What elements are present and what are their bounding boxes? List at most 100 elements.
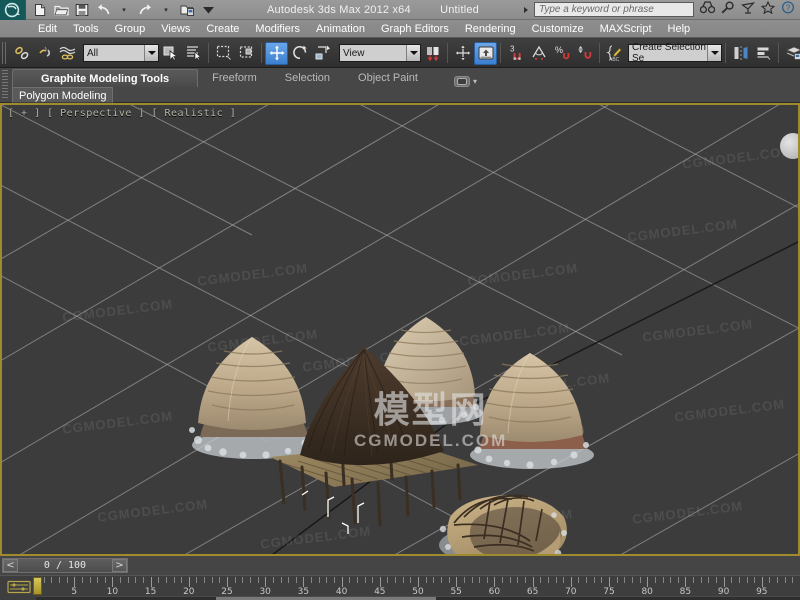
next-frame-button[interactable]: > bbox=[112, 559, 127, 572]
mirror-button[interactable] bbox=[729, 42, 752, 65]
time-slider-handle[interactable]: < 0 / 100 > bbox=[2, 558, 128, 573]
hut-left bbox=[189, 336, 316, 459]
keyboard-shortcut-override-button[interactable] bbox=[474, 41, 497, 65]
viewport-label[interactable]: [ + ] [ Perspective ] [ Realistic ] bbox=[8, 108, 236, 119]
percent-snap-toggle-button[interactable]: % bbox=[550, 42, 573, 65]
infocenter-search-input[interactable]: Type a keyword or phrase bbox=[534, 2, 694, 17]
redo-arrow-icon[interactable] bbox=[137, 2, 153, 18]
use-pivot-point-center-button[interactable] bbox=[421, 42, 444, 65]
infocenter-triangle-right-icon[interactable] bbox=[524, 6, 528, 13]
customize-quick-access-caret-down-icon[interactable] bbox=[200, 2, 216, 18]
coordinate-system-dropdown-arrow[interactable] bbox=[406, 45, 420, 61]
current-frame-marker[interactable] bbox=[33, 577, 42, 595]
ruler-tick bbox=[150, 577, 152, 587]
ribbon-tab-object-paint[interactable]: Object Paint bbox=[344, 69, 432, 87]
satellite-icon[interactable] bbox=[741, 1, 756, 19]
align-button[interactable] bbox=[752, 42, 775, 65]
angle-snap-toggle-button[interactable] bbox=[527, 42, 550, 65]
ribbon-display-caret-down-icon[interactable]: ▾ bbox=[473, 77, 477, 86]
menu-item-rendering[interactable]: Rendering bbox=[457, 20, 524, 38]
select-and-link-button[interactable] bbox=[10, 42, 33, 65]
percent-snap-icon: % bbox=[555, 45, 569, 60]
select-and-manipulate-button[interactable] bbox=[451, 42, 474, 65]
unlink-selection-button[interactable] bbox=[33, 42, 56, 65]
redo-options-caret-down-icon[interactable]: ▾ bbox=[158, 2, 174, 18]
named-selection-set-combo[interactable]: Create Selection Se bbox=[628, 42, 722, 64]
select-and-rotate-button[interactable] bbox=[288, 42, 311, 65]
named-sets-icon: ABC bbox=[605, 45, 621, 62]
menu-item-help[interactable]: Help bbox=[660, 20, 699, 38]
watermark-english-text: CGMODEL.COM bbox=[354, 431, 508, 450]
svg-text:3: 3 bbox=[510, 45, 515, 54]
mini-curve-editor-icon[interactable] bbox=[6, 579, 32, 595]
application-menu-button[interactable] bbox=[0, 0, 26, 20]
coordinate-system-value: View bbox=[343, 47, 365, 59]
menu-item-animation[interactable]: Animation bbox=[308, 20, 373, 38]
time-slider-bar[interactable]: < 0 / 100 > bbox=[0, 556, 800, 575]
menu-item-modifiers[interactable]: Modifiers bbox=[247, 20, 308, 38]
open-folder-icon[interactable] bbox=[53, 2, 69, 18]
help-question-icon[interactable]: ? bbox=[781, 0, 795, 19]
save-disk-icon[interactable] bbox=[74, 2, 90, 18]
ruler-tick bbox=[593, 577, 595, 583]
spinner-snap-icon bbox=[578, 46, 591, 59]
ribbon-tab-freeform[interactable]: Freeform bbox=[198, 69, 271, 87]
ruler-tick bbox=[693, 577, 694, 583]
menu-item-group[interactable]: Group bbox=[107, 20, 154, 38]
menu-item-tools[interactable]: Tools bbox=[65, 20, 107, 38]
toolbar-grip[interactable] bbox=[2, 42, 8, 64]
bind-to-space-warp-button[interactable] bbox=[56, 42, 79, 65]
ribbon-tab-selection[interactable]: Selection bbox=[271, 69, 344, 87]
ruler-tick bbox=[769, 577, 771, 583]
track-bar[interactable]: 05101520253035404550556065707580859095 bbox=[0, 575, 800, 600]
selection-filter-combo[interactable]: All bbox=[83, 44, 159, 62]
ribbon-tab-graphite-modeling-tools[interactable]: Graphite Modeling Tools bbox=[12, 69, 199, 87]
move-gizmo-icon bbox=[269, 45, 284, 61]
magnifier-icon[interactable] bbox=[721, 0, 735, 19]
undo-options-caret-down-icon[interactable]: ▾ bbox=[116, 2, 132, 18]
binoculars-icon[interactable] bbox=[699, 0, 716, 19]
ribbon-panel-polygon-modeling[interactable]: Polygon Modeling bbox=[12, 87, 114, 103]
svg-text:%: % bbox=[555, 45, 563, 55]
rectangular-selection-region-button[interactable] bbox=[212, 42, 235, 65]
svg-text:ABC: ABC bbox=[609, 57, 620, 62]
project-folder-icon[interactable] bbox=[179, 2, 195, 18]
select-and-scale-button[interactable] bbox=[311, 42, 334, 65]
window-crossing-button[interactable] bbox=[235, 42, 258, 65]
star-icon[interactable] bbox=[760, 0, 776, 19]
named-selection-set-dropdown-arrow[interactable] bbox=[707, 45, 721, 61]
select-object-button[interactable] bbox=[159, 42, 182, 65]
ruler-tick bbox=[616, 577, 618, 583]
menu-item-create[interactable]: Create bbox=[198, 20, 247, 38]
edit-named-selection-sets-button[interactable]: ABC bbox=[603, 42, 626, 65]
selection-filter-dropdown-arrow[interactable] bbox=[144, 45, 158, 61]
ruler-tick bbox=[624, 577, 626, 583]
menu-item-customize[interactable]: Customize bbox=[524, 20, 592, 38]
menu-item-edit[interactable]: Edit bbox=[30, 20, 65, 38]
track-bar-scrollbar[interactable] bbox=[36, 596, 800, 600]
ribbon-grip[interactable] bbox=[2, 70, 8, 100]
spinner-snap-toggle-button[interactable] bbox=[573, 42, 596, 65]
ruler-tick bbox=[708, 577, 710, 583]
scene-geometry[interactable] bbox=[2, 105, 798, 554]
new-file-icon[interactable] bbox=[32, 2, 48, 18]
undo-arrow-icon[interactable] bbox=[95, 2, 111, 18]
ruler-tick bbox=[265, 577, 267, 587]
select-by-name-button[interactable] bbox=[182, 42, 205, 65]
viewport-canvas[interactable]: CGMODEL.COM CGMODEL.COM CGMODEL.COM CGMO… bbox=[2, 105, 798, 554]
previous-frame-button[interactable]: < bbox=[3, 559, 18, 572]
select-and-move-button[interactable] bbox=[265, 41, 288, 65]
layer-manager-button[interactable] bbox=[782, 42, 800, 65]
perspective-viewport[interactable]: CGMODEL.COM CGMODEL.COM CGMODEL.COM CGMO… bbox=[0, 103, 800, 556]
coordinate-system-combo[interactable]: View bbox=[339, 44, 421, 62]
watermark-chinese-text: 模型网 bbox=[373, 390, 488, 431]
menu-item-maxscript[interactable]: MAXScript bbox=[592, 20, 660, 38]
snaps-toggle-button[interactable]: 3 bbox=[504, 42, 527, 65]
menu-item-views[interactable]: Views bbox=[153, 20, 198, 38]
ruler-tick bbox=[746, 577, 748, 583]
ribbon-display-toggle[interactable]: ▾ bbox=[453, 76, 477, 87]
ruler-tick bbox=[387, 577, 389, 583]
ruler-tick bbox=[143, 577, 144, 583]
menu-item-graph-editors[interactable]: Graph Editors bbox=[373, 20, 457, 38]
chain-link-icon bbox=[14, 46, 28, 60]
